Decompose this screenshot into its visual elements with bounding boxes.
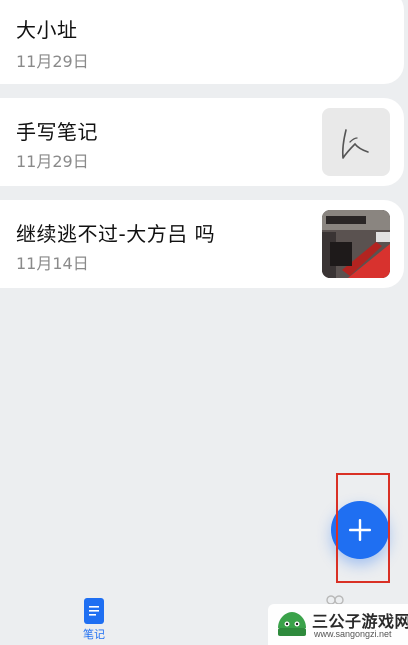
document-icon bbox=[84, 598, 104, 624]
watermark-logo-icon bbox=[278, 612, 306, 636]
handwriting-sketch-image bbox=[341, 129, 369, 159]
tab-notes[interactable]: 笔记 bbox=[70, 598, 118, 644]
note-card[interactable]: 继续逃不过-大方吕 吗 11月14日 bbox=[0, 200, 404, 288]
note-title: 手写笔记 bbox=[16, 120, 98, 144]
note-date: 11月29日 bbox=[16, 52, 89, 71]
tab-notes-label: 笔记 bbox=[83, 628, 105, 641]
highlight-annotation bbox=[336, 473, 390, 583]
watermark-url: www.sangongzi.net bbox=[314, 629, 392, 639]
note-date: 11月29日 bbox=[16, 152, 89, 171]
note-thumbnail-photo bbox=[322, 210, 390, 278]
note-card[interactable]: 大小址 11月29日 bbox=[0, 0, 404, 84]
note-card[interactable]: 手写笔记 11月29日 bbox=[0, 98, 404, 186]
note-title: 继续逃不过-大方吕 吗 bbox=[16, 222, 216, 246]
notes-screen: 大小址 11月29日 手写笔记 11月29日 继续逃不过-大方吕 吗 11月14… bbox=[0, 0, 408, 645]
note-date: 11月14日 bbox=[16, 254, 89, 273]
site-watermark: 三公子游戏网 www.sangongzi.net bbox=[268, 604, 408, 645]
note-thumbnail-sketch bbox=[322, 108, 390, 176]
photo-image bbox=[322, 210, 390, 278]
note-title: 大小址 bbox=[16, 18, 78, 42]
